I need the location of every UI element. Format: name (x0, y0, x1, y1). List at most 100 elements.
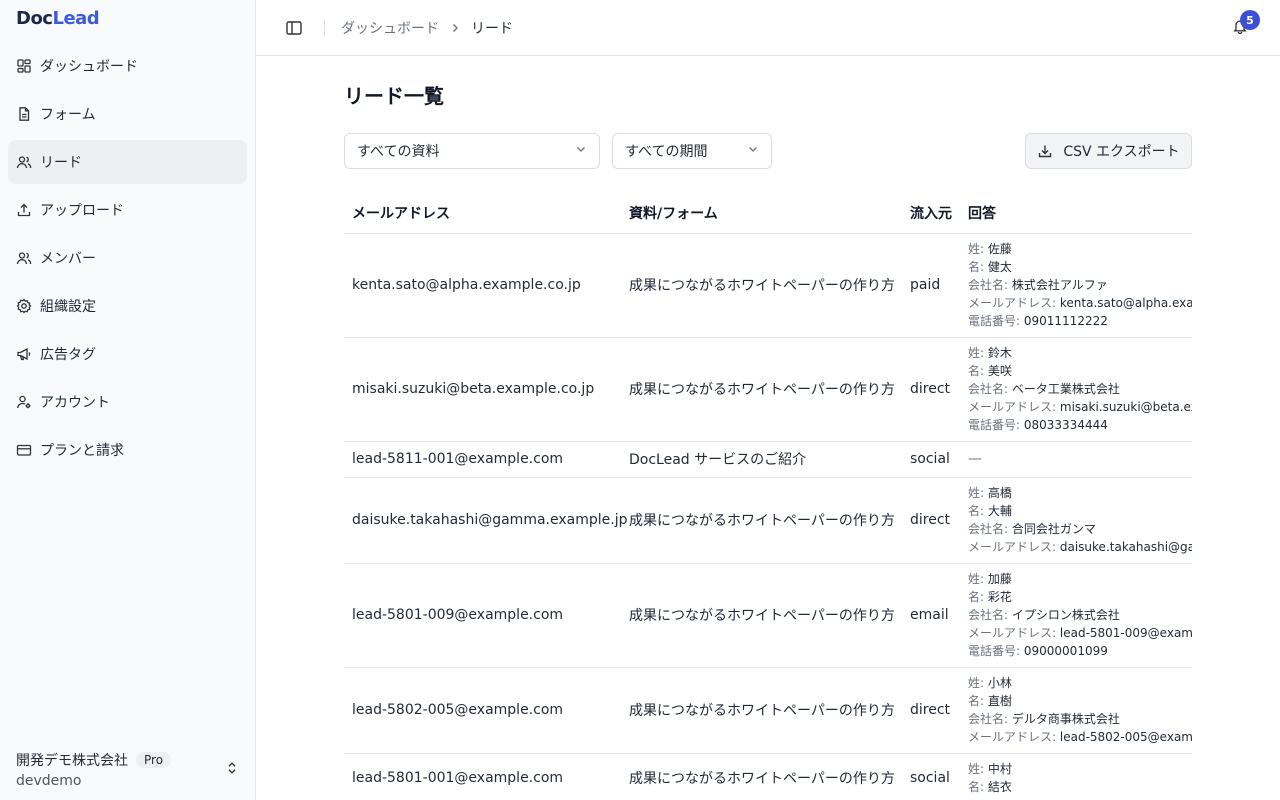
notifications-button[interactable]: 5 (1232, 10, 1260, 38)
sidebar-item-label: アップロード (40, 203, 124, 219)
answer-value: 鈴木 (987, 345, 1012, 360)
table-row[interactable]: lead-5801-001@example.com 成果につながるホワイトペーパー… (344, 753, 1192, 800)
download-icon (1039, 145, 1052, 158)
table-row[interactable]: lead-5802-005@example.com 成果につながるホワイトペーパー… (344, 667, 1192, 754)
period-filter-select[interactable]: すべての期間 (612, 133, 772, 169)
answer-line: 電話番号: 08033334444 (968, 416, 1192, 434)
answer-key: 姓: (968, 675, 985, 690)
chevrons-up-down-icon[interactable] (225, 760, 239, 779)
org-name: 開発デモ株式会社 (16, 752, 128, 769)
lead-form-cell: 成果につながるホワイトペーパーの作り方 (621, 477, 902, 564)
app-logo[interactable]: DocLead (0, 0, 255, 38)
sidebar-item-leads[interactable]: リード (8, 140, 247, 184)
answer-line: 姓: 小林 (968, 674, 1192, 692)
page-title: リード一覧 (344, 84, 444, 108)
lead-form-cell: 成果につながるホワイトペーパーの作り方 (621, 233, 902, 338)
answer-key: 会社名: (968, 381, 1009, 396)
answer-key: 会社名: (968, 711, 1009, 726)
answer-line: 姓: 中村 (968, 760, 1192, 778)
breadcrumb: ダッシュボード リード (341, 18, 513, 38)
answer-value: kenta.sato@alpha.exam (1059, 295, 1192, 310)
leads-table: メールアドレス 資料/フォーム 流入元 回答 kenta.sato@alpha.… (344, 193, 1192, 800)
answer-line: 会社名: イプシロン株式会社 (968, 606, 1192, 624)
lead-source-cell: social (902, 441, 960, 478)
column-header-form[interactable]: 資料/フォーム (621, 193, 902, 234)
sidebar-item-dashboard[interactable]: ダッシュボード (8, 44, 247, 88)
users-icon (16, 250, 32, 266)
dashboard-grid-icon (16, 58, 32, 74)
answer-value: 08033334444 (1023, 417, 1108, 432)
lead-form-cell: DocLead サービスのご紹介 (621, 441, 902, 478)
document-icon (16, 106, 32, 122)
answer-key: 姓: (968, 485, 985, 500)
upload-icon (16, 202, 32, 218)
plan-badge: Pro (136, 751, 172, 768)
answer-line: メールアドレス: lead-5802-005@examp (968, 728, 1192, 746)
answer-value: 美咲 (987, 363, 1012, 378)
sidebar-item-forms[interactable]: フォーム (8, 92, 247, 136)
answer-line: 姓: 高橋 (968, 484, 1192, 502)
sidebar-item-members[interactable]: メンバー (8, 236, 247, 280)
table-row[interactable]: misaki.suzuki@beta.example.co.jp 成果につながるホ… (344, 337, 1192, 442)
lead-answers-cell: 姓: 中村 名: 結衣 (960, 753, 1192, 800)
answer-value: 健太 (987, 259, 1012, 274)
answer-line: 名: 大輔 (968, 502, 1192, 520)
sidebar-item-label: プランと請求 (40, 443, 124, 459)
answer-value: 加藤 (987, 571, 1012, 586)
lead-email-cell: kenta.sato@alpha.example.co.jp (344, 233, 621, 338)
answer-line: 名: 健太 (968, 258, 1192, 276)
sidebar-item-label: フォーム (40, 107, 96, 123)
lead-form-cell: 成果につながるホワイトペーパーの作り方 (621, 667, 902, 754)
sidebar-item-org-settings[interactable]: 組織設定 (8, 284, 247, 328)
answer-value: daisuke.takahashi@gam (1059, 539, 1192, 554)
sidebar-item-label: 組織設定 (40, 299, 96, 315)
lead-email-cell: lead-5801-009@example.com (344, 563, 621, 668)
answer-key: 会社名: (968, 277, 1009, 292)
lead-answers-cell: 姓: 加藤 名: 彩花 会社名: イプシロン株式会社 メールアドレス: lead-58… (960, 563, 1192, 668)
column-header-email[interactable]: メールアドレス (344, 193, 621, 234)
answer-value: 合同会社ガンマ (1011, 521, 1096, 536)
breadcrumb-current: リード (471, 20, 513, 37)
breadcrumb-dashboard-link[interactable]: ダッシュボード (341, 18, 439, 38)
table-row[interactable]: daisuke.takahashi@gamma.example.jp 成果につなが… (344, 477, 1192, 564)
answer-key: 名: (968, 779, 985, 794)
top-bar: ダッシュボード リード 5 (256, 0, 1280, 56)
lead-email-cell: lead-5801-001@example.com (344, 753, 621, 800)
answer-line: 会社名: 合同会社ガンマ (968, 520, 1192, 538)
column-header-answers[interactable]: 回答 (960, 193, 1192, 234)
answer-line: 姓: 鈴木 (968, 344, 1192, 362)
credit-card-icon (16, 442, 32, 458)
sidebar-toggle-button[interactable] (284, 18, 304, 38)
logo-text-doc: Doc (16, 8, 53, 29)
answer-key: 名: (968, 589, 985, 604)
answer-value: lead-5801-009@examp (1059, 625, 1192, 640)
lead-form-cell: 成果につながるホワイトペーパーの作り方 (621, 753, 902, 800)
csv-export-button[interactable]: CSV エクスポート (1025, 133, 1192, 169)
answer-line: メールアドレス: lead-5801-009@examp (968, 624, 1192, 642)
sidebar-item-upload[interactable]: アップロード (8, 188, 247, 232)
leads-table-container[interactable]: メールアドレス 資料/フォーム 流入元 回答 kenta.sato@alpha.… (344, 193, 1192, 800)
table-row[interactable]: lead-5811-001@example.com DocLead サービスのご紹… (344, 441, 1192, 478)
answer-line: 名: 彩花 (968, 588, 1192, 606)
lead-answers-cell: — (960, 441, 1192, 478)
column-header-source[interactable]: 流入元 (902, 193, 960, 234)
answer-value: 大輔 (987, 503, 1012, 518)
answer-value: 彩花 (987, 589, 1012, 604)
sidebar-item-billing[interactable]: プランと請求 (8, 428, 247, 472)
main-area: ダッシュボード リード 5 リード一覧 すべての資料 すべての期間 CSV エク… (256, 0, 1280, 800)
org-switcher[interactable]: 開発デモ株式会社 Pro devdemo (0, 738, 255, 800)
document-filter-select[interactable]: すべての資料 (344, 133, 600, 169)
sidebar-item-ad-tags[interactable]: 広告タグ (8, 332, 247, 376)
answer-value: 中村 (987, 761, 1012, 776)
table-row[interactable]: lead-5801-009@example.com 成果につながるホワイトペーパー… (344, 563, 1192, 668)
lead-form-cell: 成果につながるホワイトペーパーの作り方 (621, 337, 902, 442)
logo-text-lead: Lead (52, 8, 100, 29)
sidebar-item-account[interactable]: アカウント (8, 380, 247, 424)
answer-key: メールアドレス: (968, 729, 1057, 744)
lead-source-cell: direct (902, 337, 960, 442)
answer-key: メールアドレス: (968, 625, 1057, 640)
answer-key: 電話番号: (968, 643, 1021, 658)
table-row[interactable]: kenta.sato@alpha.example.co.jp 成果につながるホワイ… (344, 233, 1192, 338)
answer-key: 姓: (968, 241, 985, 256)
answer-value: 高橋 (987, 485, 1012, 500)
